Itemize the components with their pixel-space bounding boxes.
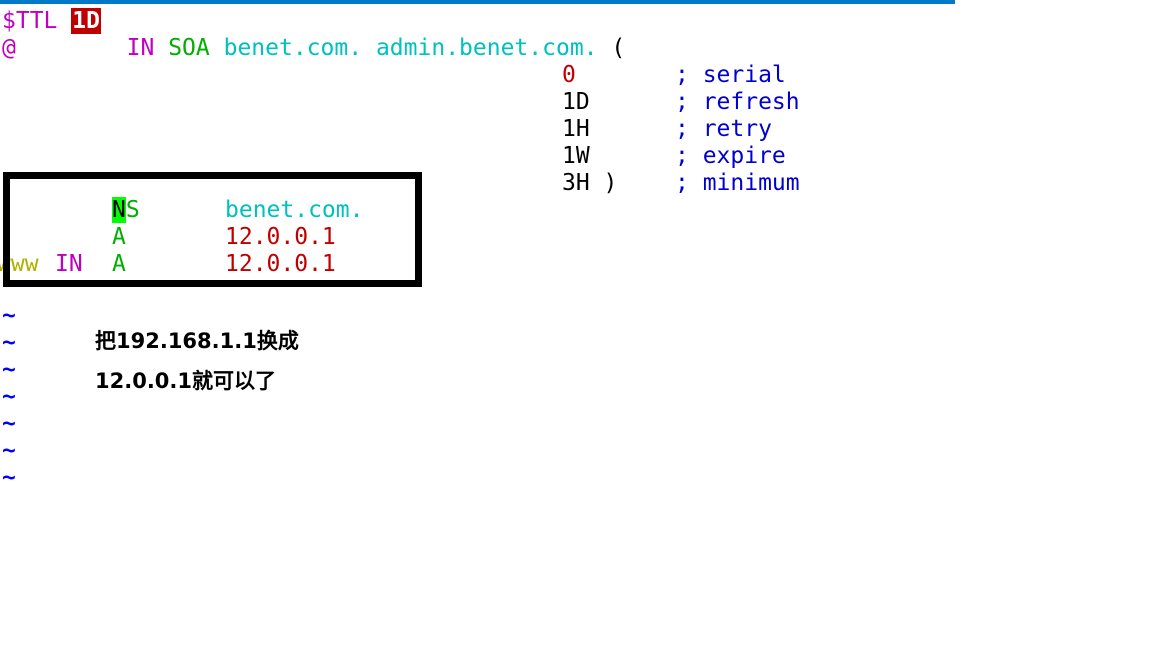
soa-param-value-minimum: 3H ) bbox=[562, 170, 618, 196]
a-record-www-class: IN bbox=[55, 251, 83, 277]
ttl-value-cursor-highlight[interactable]: 1D bbox=[71, 8, 101, 34]
vim-empty-line-marker: ~ bbox=[2, 411, 16, 437]
soa-open-paren: ( bbox=[611, 35, 626, 61]
soa-param-comment-minimum: ; minimum bbox=[675, 170, 800, 196]
a-record-apex-type: A bbox=[112, 224, 126, 250]
vim-empty-line-marker: ~ bbox=[2, 303, 16, 329]
ttl-directive-line: $TTL 1D bbox=[2, 8, 101, 35]
soa-mname: benet.com. bbox=[223, 35, 363, 61]
soa-type: SOA bbox=[168, 35, 210, 61]
vim-empty-line-marker: ~ bbox=[2, 438, 16, 464]
vim-empty-line-marker: ~ bbox=[2, 465, 16, 491]
soa-gap-5 bbox=[598, 35, 612, 61]
soa-param-comment-expire: ; expire bbox=[675, 143, 786, 169]
vim-empty-line-marker: ~ bbox=[2, 330, 16, 356]
soa-gap-3 bbox=[210, 35, 224, 61]
vim-empty-line-marker: ~ bbox=[2, 357, 16, 383]
soa-param-value-retry: 1H bbox=[562, 116, 590, 142]
a-record-apex-data: 12.0.0.1 bbox=[225, 224, 336, 250]
soa-param-value-serial: 0 bbox=[562, 62, 576, 88]
soa-class: IN bbox=[126, 35, 155, 61]
soa-record-line: @ IN SOA benet.com. admin.benet.com. ( bbox=[2, 35, 625, 62]
soa-owner: @ bbox=[2, 35, 16, 61]
soa-gap-1 bbox=[16, 35, 127, 61]
ttl-keyword: $TTL bbox=[2, 8, 58, 34]
soa-gap-2 bbox=[154, 35, 168, 61]
ns-record-data: benet.com. bbox=[225, 197, 364, 223]
soa-param-comment-refresh: ; refresh bbox=[675, 89, 800, 115]
a-record-www-owner: www bbox=[0, 251, 39, 277]
ns-record-type: NS bbox=[112, 197, 140, 224]
soa-rname: admin.benet.com. bbox=[375, 35, 598, 61]
terminal-text-area[interactable]: $TTL 1D @ IN SOA benet.com. admin.benet.… bbox=[0, 0, 1152, 648]
soa-param-comment-serial: ; serial bbox=[675, 62, 786, 88]
soa-gap-4 bbox=[362, 35, 376, 61]
soa-param-comment-retry: ; retry bbox=[675, 116, 772, 142]
ttl-space bbox=[57, 8, 71, 34]
annotation-note-line-2: 12.0.0.1就可以了 bbox=[95, 369, 276, 393]
vim-empty-line-marker: ~ bbox=[2, 384, 16, 410]
ns-type-rest: S bbox=[125, 197, 140, 223]
annotation-note-line-1: 把192.168.1.1换成 bbox=[95, 329, 299, 353]
a-record-www-data: 12.0.0.1 bbox=[225, 251, 336, 277]
a-record-www-type: A bbox=[112, 251, 126, 277]
soa-param-value-expire: 1W bbox=[562, 143, 590, 169]
soa-param-value-refresh: 1D bbox=[562, 89, 590, 115]
ns-type-cursor-highlight[interactable]: N bbox=[112, 197, 126, 223]
